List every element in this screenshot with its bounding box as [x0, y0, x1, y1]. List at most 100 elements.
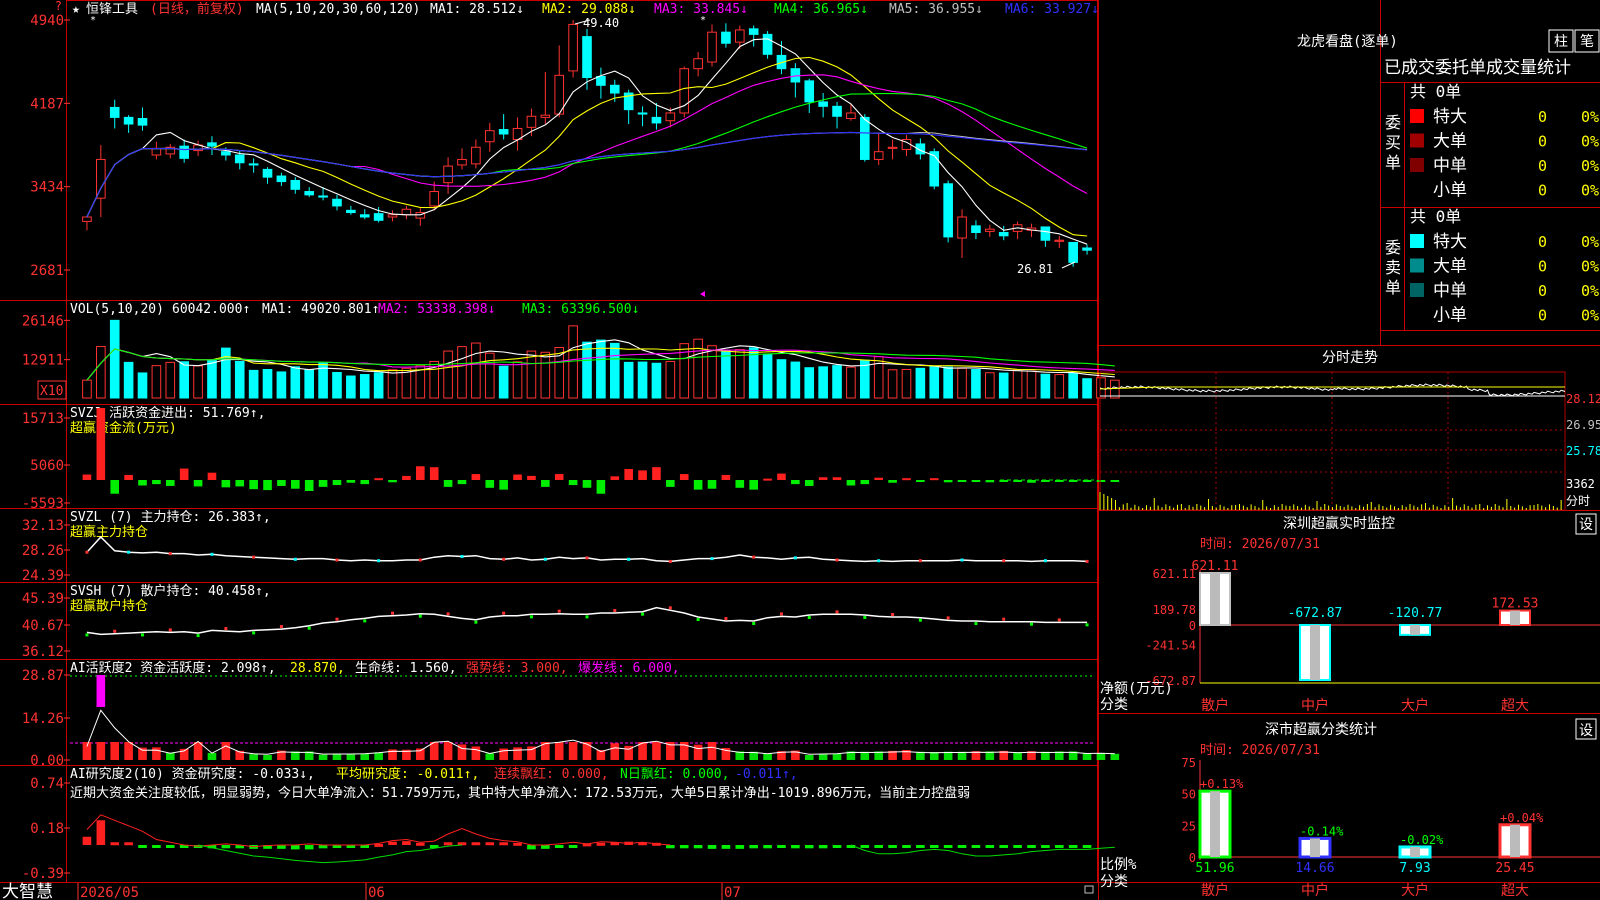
position-dot — [793, 556, 797, 560]
fund-flow-bar — [249, 480, 258, 490]
research-bar — [402, 841, 411, 845]
volume-bar — [526, 350, 537, 399]
candle-body — [804, 80, 815, 103]
volume-bar — [512, 361, 523, 399]
fund-flow-bar — [846, 480, 856, 486]
position-dot — [877, 559, 881, 563]
candle-body — [457, 158, 467, 166]
activity-bar — [568, 742, 578, 760]
research-bar — [721, 845, 731, 849]
research-bar — [832, 845, 842, 848]
volume-bar — [568, 325, 578, 399]
fund-flow-bar — [82, 474, 92, 480]
volume-bar — [304, 369, 314, 399]
category-pct: 0% — [1581, 133, 1599, 151]
volume-bar — [443, 350, 453, 399]
fund-flow-bar — [596, 480, 606, 494]
research-bar — [985, 845, 995, 848]
fund-flow-bar — [152, 480, 161, 485]
stats-tabs[interactable]: 已成交委托单成交量统计 — [1384, 58, 1571, 78]
research-bar — [693, 845, 703, 849]
research-bar — [707, 845, 717, 849]
position-dot — [168, 628, 172, 632]
volume-bar — [109, 319, 120, 399]
category-swatch — [1410, 258, 1424, 273]
position-dot — [168, 552, 172, 556]
cls-settings-label: 设 — [1579, 723, 1593, 739]
position-dot — [252, 631, 256, 635]
y-tick-label: 3434 — [30, 180, 64, 196]
candle-body — [290, 179, 301, 190]
candle-body — [151, 147, 162, 156]
cls-value-label: 25.45 — [1495, 861, 1534, 876]
volume-bar — [498, 365, 509, 399]
candle-body — [109, 106, 120, 118]
position-dot — [141, 633, 145, 637]
cls-ylabel: 比例% — [1100, 857, 1137, 873]
category-count: 0 — [1538, 307, 1547, 325]
position-dot — [418, 558, 422, 562]
activity-bar — [207, 752, 217, 760]
activity-bar — [554, 742, 564, 760]
candle-body — [929, 151, 940, 187]
sz-y-tick: -241.54 — [1145, 639, 1196, 653]
candle-body — [707, 31, 717, 63]
fund-flow-bar — [318, 480, 328, 487]
sell-label-char: 单 — [1385, 278, 1401, 297]
category-name: 特大 — [1433, 107, 1467, 127]
ai1-title: AI活跃度2 资金活跃度: 2.098↑, — [70, 660, 276, 676]
activity-bar — [832, 753, 842, 760]
position-dot — [835, 610, 839, 614]
activity-bar — [332, 754, 342, 760]
fund-flow-bar — [1096, 480, 1106, 482]
candle-body — [1068, 241, 1078, 263]
candle-body — [957, 216, 967, 239]
chart-period[interactable]: (日线，前复权) — [150, 1, 244, 17]
sz-net-bar-shade — [1310, 625, 1320, 680]
position-dot — [724, 617, 728, 621]
candle-body — [832, 105, 842, 117]
activity-bar — [249, 754, 258, 760]
position-dot — [279, 625, 283, 629]
category-swatch — [1410, 133, 1424, 148]
y-tick-label: 5060 — [30, 458, 64, 474]
y-tick-label: 4187 — [30, 96, 64, 112]
volume-bar — [637, 361, 648, 399]
position-dot — [863, 616, 867, 620]
sz-time: 时间: 2026/07/31 — [1200, 537, 1320, 552]
position-dot — [85, 633, 89, 637]
research-bar — [165, 845, 175, 848]
research-bar — [513, 842, 522, 846]
activity-bar — [513, 747, 522, 760]
position-dot — [960, 558, 964, 562]
activity-bar — [165, 752, 175, 760]
research-bar — [916, 845, 925, 848]
y-tick-label: 0.18 — [30, 821, 64, 837]
candle-body — [526, 115, 537, 128]
research-bar — [96, 820, 106, 845]
fund-flow-bar — [791, 480, 800, 485]
svzl-subtitle: 超赢主力持仓 — [70, 524, 148, 540]
volume-bar — [804, 367, 815, 399]
cls-ratio-bar-shade — [1410, 846, 1420, 857]
volume-bar — [221, 347, 231, 399]
favorite-star-icon[interactable]: ★ — [72, 2, 80, 17]
fund-flow-bar — [929, 478, 939, 481]
sz-net-bar-shade — [1210, 573, 1220, 625]
position-dot — [557, 609, 561, 613]
cls-ratio-bar-shade — [1510, 824, 1520, 857]
position-dot — [210, 552, 214, 556]
fund-flow-bar — [513, 474, 522, 480]
activity-bar — [693, 744, 703, 760]
research-bar — [485, 842, 495, 846]
buy-label-char: 买 — [1385, 133, 1401, 152]
activity-bar — [707, 742, 717, 760]
position-dot — [807, 616, 811, 620]
y-tick-label: -5593 — [22, 496, 64, 512]
research-bar — [999, 845, 1009, 848]
volume-bar — [721, 350, 731, 399]
research-bar — [679, 845, 689, 849]
volume-bar — [1012, 369, 1023, 399]
candle-body — [748, 28, 759, 35]
volume-bar — [901, 368, 912, 399]
